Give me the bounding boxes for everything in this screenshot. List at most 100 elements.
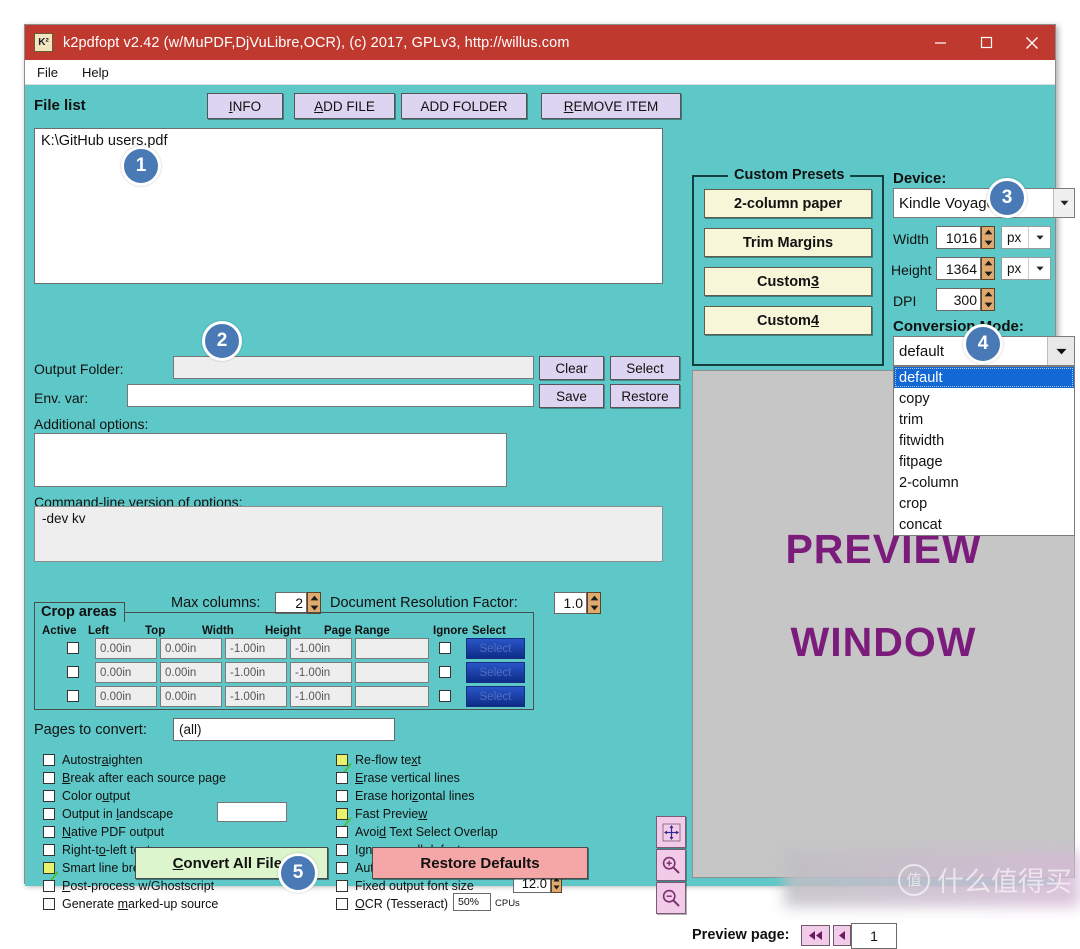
height-spinner[interactable] (981, 257, 995, 280)
option-avoid-text-select-overlap[interactable]: Avoid Text Select Overlap (336, 825, 498, 839)
menu-file[interactable]: File (25, 65, 70, 80)
checkbox[interactable] (336, 772, 348, 784)
crop-row-active-checkbox[interactable] (67, 642, 79, 654)
crop-row-top[interactable]: 0.00in (160, 686, 222, 707)
checkbox[interactable] (336, 880, 348, 892)
pan-icon[interactable] (656, 816, 686, 848)
dropdown-option-crop[interactable]: crop (894, 493, 1074, 514)
option-fast-preview[interactable]: Fast Preview (336, 807, 427, 821)
crop-row-active-checkbox[interactable] (67, 690, 79, 702)
option-output-in-landscape[interactable]: Output in landscape (43, 807, 173, 821)
add-folder-button[interactable]: ADD FOLDER (401, 93, 527, 119)
dropdown-option-fitwidth[interactable]: fitwidth (894, 430, 1074, 451)
select-output-button[interactable]: Select (610, 356, 680, 380)
checkbox[interactable] (43, 790, 55, 802)
device-combo[interactable]: Kindle Voyage (893, 188, 1075, 218)
spinner-up-icon[interactable] (982, 227, 994, 238)
add-file-button[interactable]: A DD FILE (294, 93, 395, 119)
checkbox[interactable] (43, 808, 55, 820)
crop-row-left[interactable]: 0.00in (95, 662, 157, 683)
option-break-after-each-source-page[interactable]: Break after each source page (43, 771, 226, 785)
crop-row-height[interactable]: -1.00in (290, 662, 352, 683)
crop-row-ignore-checkbox[interactable] (439, 666, 451, 678)
dpi-input[interactable]: 300 (936, 288, 981, 311)
info-button[interactable]: I NFO (207, 93, 283, 119)
chevron-down-icon[interactable] (1028, 258, 1050, 279)
max-columns-spinner[interactable] (307, 592, 321, 614)
checkbox[interactable] (43, 826, 55, 838)
menu-help[interactable]: Help (70, 65, 121, 80)
option-erase-horizontal-lines[interactable]: Erase horizontal lines (336, 789, 475, 803)
crop-row-ignore-checkbox[interactable] (439, 642, 451, 654)
option-re-flow-text[interactable]: Re-flow text (336, 753, 421, 767)
additional-options-input[interactable] (34, 433, 507, 487)
spinner-up-icon[interactable] (982, 258, 994, 269)
checkbox[interactable] (43, 862, 55, 874)
spinner-up-icon[interactable] (588, 593, 600, 603)
preset-trim-margins-button[interactable]: Trim Margins (704, 228, 872, 257)
height-input[interactable]: 1364 (936, 257, 981, 280)
crop-row-active-checkbox[interactable] (67, 666, 79, 678)
width-input[interactable]: 1016 (936, 226, 981, 249)
checkbox[interactable] (336, 790, 348, 802)
preset-custom-3-button[interactable]: Custom 3 (704, 267, 872, 296)
crop-row-left[interactable]: 0.00in (95, 686, 157, 707)
spinner-up-icon[interactable] (308, 593, 320, 603)
crop-row-page-range[interactable] (355, 686, 429, 707)
dropdown-option-trim[interactable]: trim (894, 409, 1074, 430)
remove-item-button[interactable]: R EMOVE ITEM (541, 93, 681, 119)
checkbox[interactable] (336, 862, 348, 874)
checkbox[interactable] (336, 898, 348, 910)
spinner-up-icon[interactable] (982, 289, 994, 300)
crop-row-ignore-checkbox[interactable] (439, 690, 451, 702)
checkbox[interactable] (43, 898, 55, 910)
minimize-icon[interactable] (917, 25, 963, 60)
clear-button[interactable]: Clear (539, 356, 604, 380)
checkbox[interactable] (43, 754, 55, 766)
doc-resolution-factor-input[interactable]: 1.0 (554, 592, 587, 614)
crop-row-select-button[interactable]: Select (466, 638, 525, 659)
checkbox[interactable] (43, 772, 55, 784)
crop-row-page-range[interactable] (355, 638, 429, 659)
option-ocr-tesseract[interactable]: OCR (Tesseract) (336, 897, 448, 911)
preset-2-column-paper-button[interactable]: 2-column paper (704, 189, 872, 218)
zoom-in-icon[interactable] (656, 849, 686, 881)
chevron-down-icon[interactable] (1028, 227, 1050, 248)
option-post-process-ghostscript[interactable]: Post-process w/Ghostscript (43, 879, 214, 893)
option-autostraighten[interactable]: Autostraighten (43, 753, 143, 767)
crop-row-width[interactable]: -1.00in (225, 662, 287, 683)
checkbox[interactable] (43, 844, 55, 856)
first-page-icon[interactable] (801, 925, 830, 946)
checkbox[interactable] (336, 826, 348, 838)
restore-defaults-button[interactable]: Restore Defaults (372, 847, 588, 879)
chevron-down-icon[interactable] (1047, 337, 1074, 365)
spinner-down-icon[interactable] (982, 269, 994, 280)
preview-page-input[interactable]: 1 (851, 923, 897, 949)
pages-to-convert-input[interactable]: (all) (173, 718, 395, 741)
crop-row-select-button[interactable]: Select (466, 686, 525, 707)
dropdown-option-concat[interactable]: concat (894, 514, 1074, 535)
spinner-down-icon[interactable] (982, 238, 994, 249)
landscape-pages-input[interactable] (217, 802, 287, 822)
dpi-spinner[interactable] (981, 288, 995, 311)
checkbox[interactable] (336, 844, 348, 856)
crop-row-top[interactable]: 0.00in (160, 638, 222, 659)
option-color-output[interactable]: Color output (43, 789, 130, 803)
doc-resolution-factor-spinner[interactable] (587, 592, 601, 614)
spinner-down-icon[interactable] (982, 300, 994, 311)
height-unit-combo[interactable]: px (1001, 257, 1051, 280)
option-generate-marked-up-source[interactable]: Generate marked-up source (43, 897, 218, 911)
checkbox[interactable] (336, 754, 348, 766)
max-columns-input[interactable]: 2 (275, 592, 307, 614)
checkbox[interactable] (43, 880, 55, 892)
option-fixed-output-font-size[interactable]: Fixed output font size (336, 879, 474, 893)
checkbox[interactable] (336, 808, 348, 820)
prev-page-icon[interactable] (833, 925, 851, 946)
close-icon[interactable] (1009, 25, 1055, 60)
chevron-down-icon[interactable] (1053, 189, 1074, 217)
crop-row-left[interactable]: 0.00in (95, 638, 157, 659)
restore-button[interactable]: Restore (610, 384, 680, 408)
crop-row-width[interactable]: -1.00in (225, 686, 287, 707)
preset-custom-4-button[interactable]: Custom 4 (704, 306, 872, 335)
ocr-cpu-input[interactable]: 50% (453, 893, 491, 911)
